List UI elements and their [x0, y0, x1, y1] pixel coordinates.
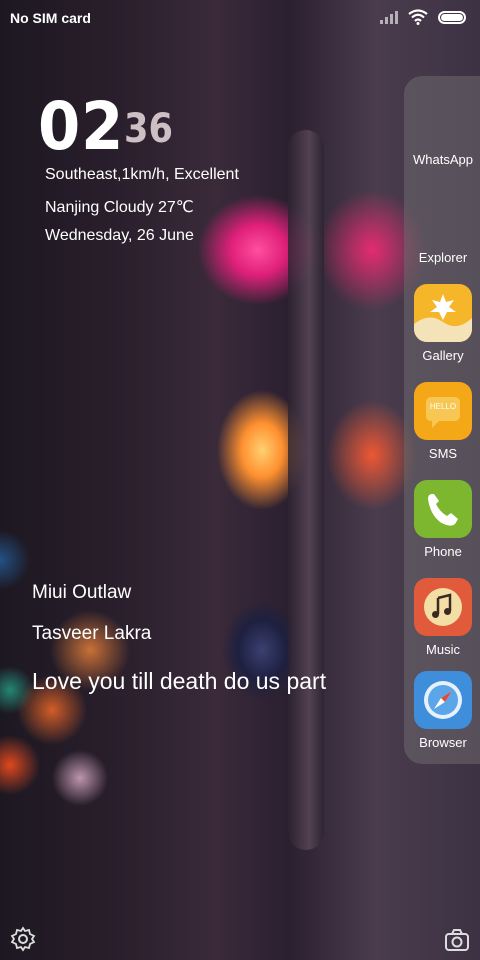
- app-sms[interactable]: HELLO SMS: [404, 382, 480, 461]
- browser-icon: [414, 671, 472, 729]
- battery-icon: [438, 10, 466, 24]
- app-gallery[interactable]: Gallery: [404, 284, 480, 363]
- clock-minute: 36: [124, 106, 173, 152]
- date-label: Wednesday, 26 June: [45, 227, 194, 244]
- app-label-sms: SMS: [428, 446, 458, 461]
- app-label-browser: Browser: [419, 735, 467, 750]
- sms-icon: HELLO: [414, 382, 472, 440]
- weather-wind-air: Southeast,1km/h, Excellent: [45, 166, 239, 183]
- app-label-whatsapp: WhatsApp: [413, 152, 473, 167]
- sms-icon-text: HELLO: [429, 402, 457, 411]
- lyric-line-1: Miui Outlaw: [32, 582, 132, 603]
- clock-hour: 02: [38, 88, 125, 165]
- app-label-explorer: Explorer: [418, 250, 468, 265]
- app-explorer[interactable]: Explorer: [404, 250, 480, 265]
- app-music[interactable]: Music: [404, 578, 480, 657]
- status-bar: No SIM card: [0, 0, 480, 34]
- app-phone[interactable]: Phone: [404, 480, 480, 559]
- app-label-music: Music: [426, 642, 460, 657]
- lyric-line-2: Tasveer Lakra: [32, 623, 152, 644]
- weather-location: Nanjing Cloudy 27℃: [45, 199, 194, 216]
- background-lamp-post: [288, 130, 324, 850]
- app-label-gallery: Gallery: [422, 348, 464, 363]
- lockscreen-clock: 02 36: [38, 88, 173, 165]
- app-whatsapp[interactable]: WhatsApp: [404, 152, 480, 167]
- wifi-icon: [408, 9, 428, 25]
- gallery-icon: [414, 284, 472, 342]
- app-browser[interactable]: Browser: [404, 671, 480, 750]
- app-drawer[interactable]: WhatsApp Explorer Gallery HELLO SMS Phon…: [404, 76, 480, 764]
- carrier-label: No SIM card: [10, 10, 91, 26]
- music-icon: [414, 578, 472, 636]
- app-label-phone: Phone: [424, 544, 462, 559]
- signal-icon: [380, 10, 398, 24]
- lyric-line-3: Love you till death do us part: [32, 668, 327, 694]
- camera-icon[interactable]: [444, 928, 470, 952]
- phone-icon: [414, 480, 472, 538]
- status-icons: [380, 9, 466, 25]
- settings-gear-icon[interactable]: [10, 926, 36, 952]
